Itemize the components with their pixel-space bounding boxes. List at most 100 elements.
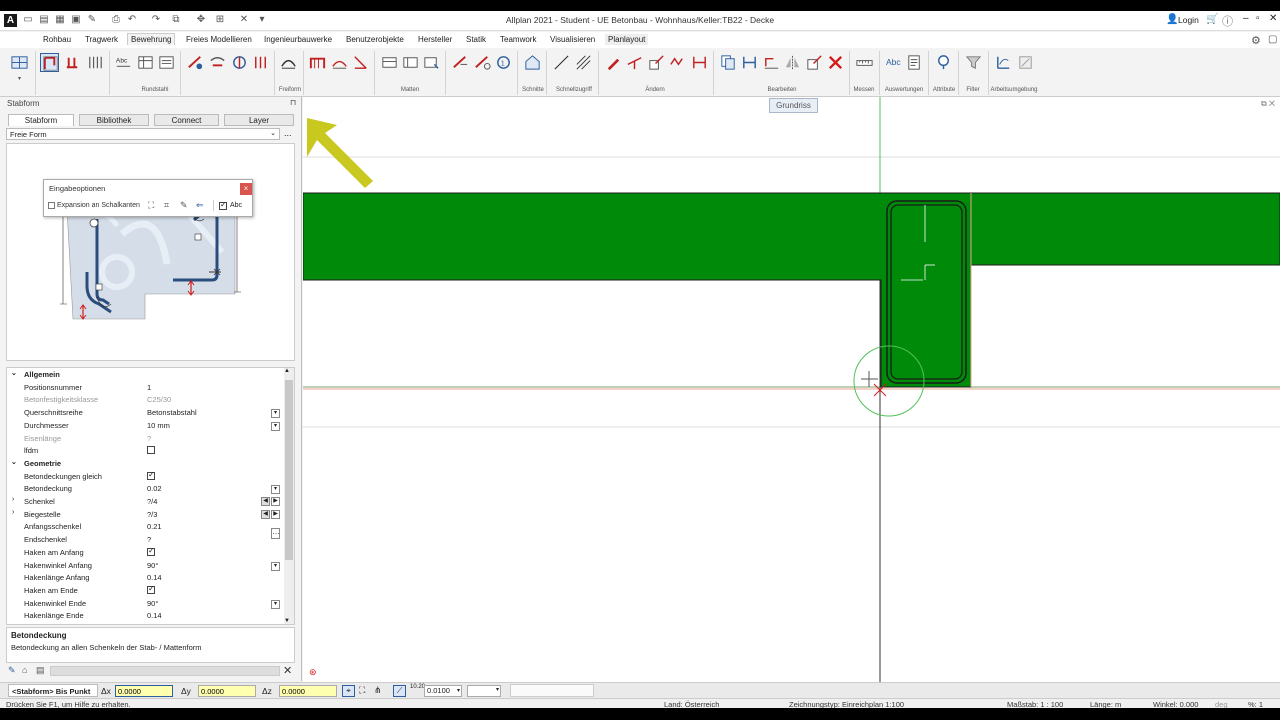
option-icon-3[interactable]: ✎ bbox=[180, 200, 188, 211]
collapse-ribbon-icon[interactable]: ▢ bbox=[1268, 34, 1277, 45]
label-rebar-icon[interactable]: Abc bbox=[114, 53, 133, 72]
dropdown-arrow-icon[interactable]: ▾ bbox=[271, 561, 280, 571]
close-icon[interactable]: ✕ bbox=[1269, 13, 1277, 24]
tab-statik[interactable]: Statik bbox=[463, 34, 489, 45]
arrow-left-icon[interactable]: ⇐ bbox=[196, 200, 204, 211]
prop-durchmesser[interactable]: Durchmesser 10 mm ▾ bbox=[9, 420, 285, 433]
window-controls-icon[interactable]: ⧉ ✕ bbox=[1261, 99, 1275, 109]
settings-gear-icon[interactable]: ⚙ bbox=[1251, 34, 1261, 47]
extra-select[interactable]: ▾ bbox=[467, 685, 501, 697]
prop-betondeckungen-gleich[interactable]: Betondeckungen gleich bbox=[9, 470, 285, 484]
tab-benutzerobjekte[interactable]: Benutzerobjekte bbox=[343, 34, 407, 45]
favorite-field[interactable] bbox=[50, 666, 280, 676]
prop-querschnittsreihe[interactable]: Querschnittsreihe Betonstabstahl ▾ bbox=[9, 407, 285, 420]
stretch-icon[interactable] bbox=[805, 53, 824, 72]
property-scrollbar[interactable]: ▲ ▼ bbox=[284, 368, 294, 624]
shape-select[interactable]: Freie Form ⌄ bbox=[6, 128, 280, 140]
attribute-icon[interactable] bbox=[934, 53, 953, 72]
more-button[interactable]: ... bbox=[284, 128, 292, 138]
modify-4-icon[interactable] bbox=[668, 53, 687, 72]
dx-input[interactable] bbox=[115, 685, 173, 697]
status-drawing-type[interactable]: Zeichnungstyp: Einreichplan 1:100 bbox=[789, 700, 904, 708]
tab-hersteller[interactable]: Hersteller bbox=[415, 34, 455, 45]
section-allgemein[interactable]: ⌄ Allgemein bbox=[9, 369, 285, 382]
prop-lfdm[interactable]: lfdm bbox=[9, 445, 285, 458]
option-icon-1[interactable]: ⛶ bbox=[148, 200, 154, 211]
snap-network-icon[interactable]: ⋔ bbox=[374, 685, 382, 696]
rebar-place-icon[interactable] bbox=[63, 53, 82, 72]
section-geometrie[interactable]: ⌄ Geometrie bbox=[9, 458, 285, 471]
restore-icon[interactable]: ▫ bbox=[1256, 13, 1260, 24]
workspace-2-icon[interactable] bbox=[1016, 53, 1035, 72]
prop-endschenkel[interactable]: Endschenkel?… bbox=[9, 528, 285, 547]
popup-close-button[interactable]: × bbox=[240, 183, 252, 195]
next-arrow-icon[interactable]: ▶ bbox=[271, 497, 280, 506]
tab-bewehrung[interactable]: Bewehrung bbox=[127, 33, 176, 45]
rundstahl-2-icon[interactable] bbox=[208, 53, 227, 72]
save-favorite-icon[interactable]: ▤ bbox=[36, 665, 45, 676]
minimize-icon[interactable]: – bbox=[1243, 13, 1249, 24]
mirror-icon[interactable] bbox=[783, 53, 802, 72]
freiform-icon[interactable] bbox=[279, 53, 298, 72]
prop-positionsnummer[interactable]: Positionsnummer 1 bbox=[9, 382, 285, 395]
matten-5-icon[interactable] bbox=[401, 53, 420, 72]
prev-arrow-icon[interactable]: ◀ bbox=[261, 497, 270, 506]
abc-checkbox[interactable] bbox=[219, 200, 227, 210]
help-icon[interactable]: ⓘ bbox=[1222, 13, 1233, 29]
prev-arrow-icon[interactable]: ◀ bbox=[261, 509, 270, 519]
move-icon[interactable] bbox=[740, 53, 759, 72]
status-scale[interactable]: Maßstab: 1 : 100 bbox=[1007, 700, 1063, 708]
report-icon[interactable] bbox=[905, 53, 924, 72]
empty-field[interactable] bbox=[510, 684, 594, 697]
rotate-icon[interactable] bbox=[762, 53, 781, 72]
prop-haken-am-ende[interactable]: Haken am Ende bbox=[9, 584, 285, 598]
tab-planlayout[interactable]: Planlayout bbox=[605, 34, 649, 45]
dropdown-arrow-icon[interactable]: ▾ bbox=[271, 599, 280, 609]
snap-track-icon[interactable]: ⛶ bbox=[359, 685, 365, 696]
status-percent[interactable]: %: 1 bbox=[1248, 700, 1263, 708]
hatch-icon[interactable] bbox=[574, 53, 593, 72]
tab-rohbau[interactable]: Rohbau bbox=[40, 34, 74, 45]
list-icon[interactable] bbox=[157, 53, 176, 72]
tab-tragwerk[interactable]: Tragwerk bbox=[82, 34, 121, 45]
schnitte-1-icon[interactable] bbox=[451, 53, 470, 72]
prop-anfangsschenkel[interactable]: Anfangsschenkel 0.21 bbox=[9, 521, 285, 534]
expand-icon[interactable]: › bbox=[12, 496, 14, 503]
login-link[interactable]: Login bbox=[1178, 15, 1199, 25]
modify-1-icon[interactable] bbox=[604, 53, 623, 72]
delete-icon[interactable] bbox=[826, 53, 845, 72]
option-icon-2[interactable]: ⌗ bbox=[164, 200, 169, 211]
haken-anfang-checkbox[interactable] bbox=[147, 546, 155, 556]
line-icon[interactable] bbox=[552, 53, 571, 72]
tab-teamwork[interactable]: Teamwork bbox=[497, 34, 539, 45]
matten-3-icon[interactable] bbox=[351, 53, 370, 72]
expansion-checkbox[interactable] bbox=[48, 202, 55, 209]
matten-1-icon[interactable] bbox=[308, 53, 327, 72]
filter-icon[interactable] bbox=[964, 53, 983, 72]
user-icon[interactable]: 👤 bbox=[1166, 14, 1178, 25]
dy-input[interactable] bbox=[198, 685, 256, 697]
step-select[interactable]: 0.0100 ▾ bbox=[424, 685, 462, 697]
copy-icon[interactable] bbox=[719, 53, 738, 72]
prop-hakenlaenge-ende[interactable]: Hakenlänge Ende 0.14 bbox=[9, 610, 285, 623]
dropdown-arrow-icon[interactable]: ▾ bbox=[271, 421, 280, 431]
target-icon[interactable]: ⊛ bbox=[309, 667, 317, 678]
prop-hakenlaenge-anfang[interactable]: Hakenlänge Anfang 0.14 bbox=[9, 572, 285, 585]
modify-2-icon[interactable] bbox=[625, 53, 644, 72]
rundstahl-1-icon[interactable] bbox=[186, 53, 205, 72]
close-panel-icon[interactable]: ✕ bbox=[283, 664, 292, 677]
matten-6-icon[interactable] bbox=[422, 53, 441, 72]
rebar-mesh-icon[interactable] bbox=[86, 53, 105, 72]
modify-3-icon[interactable] bbox=[647, 53, 666, 72]
drawing-canvas[interactable]: Grundriss ⧉ ✕ ⊛ bbox=[302, 97, 1280, 682]
pipette-icon[interactable]: ✎ bbox=[8, 665, 16, 676]
rundstahl-3-icon[interactable] bbox=[230, 53, 249, 72]
rundstahl-4-icon[interactable] bbox=[251, 53, 270, 72]
tab-bibliothek[interactable]: Bibliothek bbox=[79, 114, 149, 126]
betondeckungen-gleich-checkbox[interactable] bbox=[147, 470, 155, 480]
matten-4-icon[interactable] bbox=[380, 53, 399, 72]
tab-ingenieurbauwerke[interactable]: Ingenieurbauwerke bbox=[261, 34, 335, 45]
point-snap-icon[interactable]: ⌖ bbox=[342, 685, 355, 697]
abc-label-icon[interactable]: Abc bbox=[886, 57, 901, 67]
favorite-icon[interactable]: ⌂ bbox=[22, 665, 27, 675]
